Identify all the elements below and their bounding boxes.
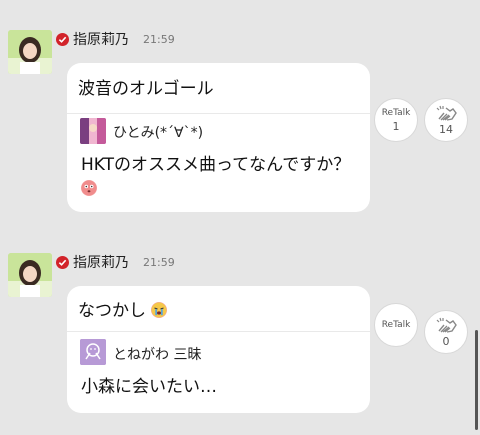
- sender-name[interactable]: 指原莉乃: [73, 252, 129, 272]
- message-header: 指原莉乃 21:59: [56, 252, 175, 272]
- message-bubble[interactable]: 波音のオルゴール ひとみ(*´∀`*) HKTのオススメ曲ってなんですか？: [67, 63, 370, 212]
- message-text: なつかし: [78, 301, 146, 321]
- retalk-button[interactable]: ReTalk: [374, 303, 418, 347]
- message-bubble[interactable]: なつかし とねがわ 三昧 小森に会いたい…: [67, 286, 370, 413]
- flushed-face-emoji: [81, 180, 97, 196]
- bubble-divider: [67, 331, 370, 332]
- clap-count: 0: [442, 334, 450, 348]
- reply-avatar: [80, 339, 106, 365]
- message-header: 指原莉乃 21:59: [56, 29, 175, 49]
- reply-sender-name: とねがわ 三昧: [113, 347, 202, 363]
- clap-icon: [436, 317, 457, 333]
- bubble-divider: [67, 113, 370, 114]
- verified-badge-icon: [56, 255, 69, 269]
- sender-avatar[interactable]: [8, 253, 52, 297]
- reply-text-block: HKTのオススメ曲ってなんですか？: [81, 153, 361, 201]
- reply-sender-name: ひとみ(*´∀`*): [113, 125, 204, 141]
- verified-badge-icon: [56, 32, 69, 46]
- scrollbar[interactable]: [475, 330, 478, 430]
- message-text-block: なつかし: [78, 296, 168, 321]
- sender-name[interactable]: 指原莉乃: [73, 29, 129, 49]
- retalk-button[interactable]: ReTalk 1: [374, 98, 418, 142]
- sender-avatar[interactable]: [8, 30, 52, 74]
- crying-face-emoji: [151, 302, 168, 318]
- default-avatar-icon: [80, 339, 106, 365]
- clap-button[interactable]: 14: [424, 98, 468, 142]
- message-time: 21:59: [143, 32, 175, 46]
- message-time: 21:59: [143, 255, 175, 269]
- retalk-count: 1: [392, 119, 400, 133]
- retalk-label: ReTalk: [381, 320, 411, 330]
- clap-icon: [436, 105, 457, 121]
- clap-count: 14: [439, 122, 453, 136]
- reply-text: HKTのオススメ曲ってなんですか？: [81, 155, 351, 175]
- retalk-label: ReTalk: [381, 107, 411, 118]
- reply-avatar: [80, 118, 106, 144]
- clap-button[interactable]: 0: [424, 310, 468, 354]
- message-text: 波音のオルゴール: [78, 79, 214, 99]
- reply-text: 小森に会いたい…: [81, 377, 217, 397]
